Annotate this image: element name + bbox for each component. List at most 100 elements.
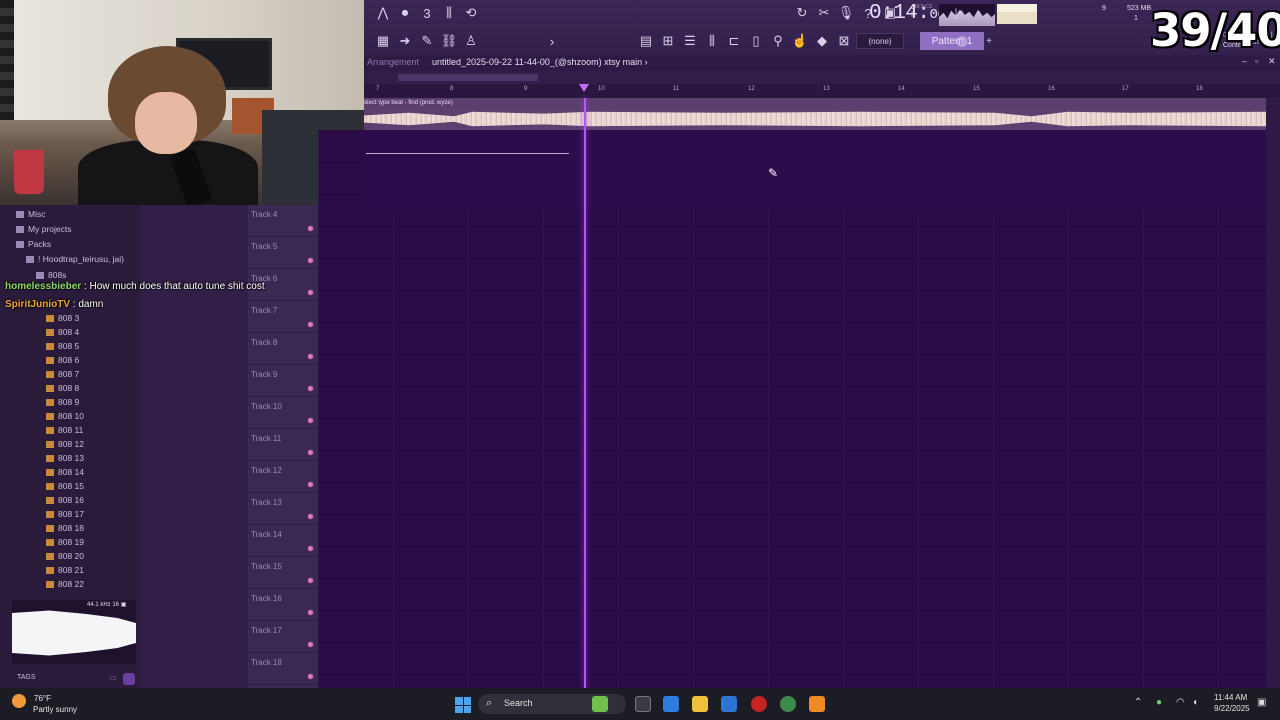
file-explorer-icon[interactable] (692, 696, 708, 712)
browser-sample-item[interactable]: 808 18 (46, 523, 84, 533)
step-edit-icon[interactable]: ⫼ (439, 3, 459, 23)
playhead-marker-icon[interactable] (579, 84, 589, 92)
track-enable-icon[interactable] (307, 513, 314, 520)
playlist-grid[interactable] (318, 130, 1266, 688)
save-icon[interactable]: ▣ (880, 3, 900, 23)
track-enable-icon[interactable] (307, 321, 314, 328)
piano-icon[interactable]: ▦ (373, 31, 393, 51)
pattern-snap-select[interactable]: (none) (856, 33, 904, 49)
browser-sample-item[interactable]: 808 15 (46, 481, 84, 491)
link-icon[interactable]: ⛓ (439, 31, 459, 51)
track-enable-icon[interactable] (307, 225, 314, 232)
browser-sample-item[interactable]: 808 13 (46, 453, 84, 463)
browser-sample-item[interactable]: 808 17 (46, 509, 84, 519)
download-icon[interactable]: ⤓ (946, 3, 966, 23)
track-header[interactable]: Track 4 (248, 205, 318, 237)
help-icon[interactable]: ? (858, 3, 878, 23)
search-tags-icon[interactable] (123, 673, 135, 685)
add-pattern-button[interactable]: + (984, 32, 994, 50)
stamp-icon[interactable]: ♙ (461, 31, 481, 51)
track-enable-icon[interactable] (307, 641, 314, 648)
playlist-icon[interactable]: ▤ (636, 31, 656, 51)
browser-sample-item[interactable]: 808 7 (46, 369, 79, 379)
arrangement-label[interactable]: Arrangement (367, 57, 419, 67)
track-header[interactable]: Track 14 (248, 525, 318, 557)
horizontal-scrollbar[interactable] (364, 71, 1280, 84)
browser-sample-item[interactable]: 808 10 (46, 411, 84, 421)
arrow-right-icon[interactable]: ➜ (395, 31, 415, 51)
track-header[interactable]: Track 9 (248, 365, 318, 397)
browser-sample-item[interactable]: 808 3 (46, 313, 79, 323)
browser-sample-item[interactable]: 808 14 (46, 467, 84, 477)
browser-sample-item[interactable]: 808 9 (46, 397, 79, 407)
browser-sample-item[interactable]: 808 6 (46, 355, 79, 365)
track-header[interactable]: Track 10 (248, 397, 318, 429)
clock-time[interactable]: 11:44 AM (1214, 693, 1247, 702)
browser-sample-item[interactable]: 808 20 (46, 551, 84, 561)
automation-clip[interactable] (366, 153, 569, 154)
touch-icon[interactable]: ☝ (790, 31, 810, 51)
metronome-icon[interactable]: ⋀ (373, 3, 393, 23)
playhead-line[interactable] (584, 98, 586, 688)
browser-folder[interactable]: Misc (16, 209, 45, 219)
audio-clip[interactable] (364, 108, 1266, 130)
browser-sample-item[interactable]: 808 16 (46, 495, 84, 505)
undo-history-icon[interactable]: ↻ (792, 3, 812, 23)
browser-sample-item[interactable]: 808 19 (46, 537, 84, 547)
track-header[interactable]: Track 18 (248, 653, 318, 685)
track-enable-icon[interactable] (307, 481, 314, 488)
close-icon[interactable]: ✕ (1268, 56, 1276, 67)
browser-sample-item[interactable]: 808 5 (46, 341, 79, 351)
notifications-icon[interactable]: ▣ (1257, 697, 1266, 708)
browser-folder[interactable]: 808s (36, 270, 66, 280)
playlist-grid-top[interactable] (364, 130, 1266, 210)
browser-folder[interactable]: ! Hoodtrap_teirusu, jai) (26, 254, 124, 264)
cart-icon[interactable]: ⊠ (834, 31, 854, 51)
track-header[interactable]: Track 7 (248, 301, 318, 333)
opera-icon[interactable] (751, 696, 767, 712)
play-pattern-icon[interactable]: › (542, 31, 562, 51)
mixer-icon[interactable]: ⫶ (902, 3, 922, 23)
track-enable-icon[interactable] (307, 609, 314, 616)
track-enable-icon[interactable] (307, 577, 314, 584)
start-button[interactable] (455, 697, 471, 713)
microphone-icon[interactable]: 🎙 (836, 3, 856, 23)
track-header[interactable]: Track 17 (248, 621, 318, 653)
loop-record-icon[interactable]: ⟲ (461, 3, 481, 23)
browser-sample-item[interactable]: 808 4 (46, 327, 79, 337)
track-header[interactable]: Track 12 (248, 461, 318, 493)
wait-record-icon[interactable]: ⏺ (395, 3, 415, 23)
browser-sample-item[interactable]: 808 12 (46, 439, 84, 449)
obs-icon[interactable] (780, 696, 796, 712)
task-view-icon[interactable] (635, 696, 651, 712)
browser-folder[interactable]: My projects (16, 224, 71, 234)
volume-icon[interactable]: ◖ (1192, 697, 1198, 708)
timeline-ruler[interactable]: 7 8 9 10 11 12 13 14 15 16 17 18 (364, 84, 1280, 98)
track-header[interactable]: Track 15 (248, 557, 318, 589)
countdown-icon[interactable]: 3 (417, 3, 437, 23)
copilot-icon[interactable] (663, 696, 679, 712)
maximize-icon[interactable]: ▫ (1255, 56, 1258, 66)
widget-app-icon[interactable] (592, 696, 608, 712)
audio-clip-title[interactable]: stect type beat - find (prod. wyze) (364, 98, 1266, 108)
tempo-display[interactable] (997, 4, 1037, 24)
sample-preview[interactable] (12, 600, 136, 664)
piano-roll-icon[interactable]: ☰ (680, 31, 700, 51)
channel-rack-icon[interactable]: ⊞ (658, 31, 678, 51)
weather-icon[interactable] (12, 694, 26, 708)
track-enable-icon[interactable] (307, 673, 314, 680)
microphone-tray-icon[interactable]: ● (1156, 697, 1162, 708)
chat-icon[interactable]: ◌ (924, 3, 944, 23)
wifi-icon[interactable]: ◠ (1176, 697, 1185, 708)
track-enable-icon[interactable] (307, 449, 314, 456)
scrollbar-thumb[interactable] (398, 74, 538, 81)
clock-date[interactable]: 9/22/2025 (1214, 704, 1250, 713)
browser-tree-icon[interactable]: ⊏ (724, 31, 744, 51)
track-enable-icon[interactable] (307, 353, 314, 360)
browser-sample-item[interactable]: 808 22 (46, 579, 84, 589)
store-icon[interactable] (721, 696, 737, 712)
pencil-icon[interactable]: ✎ (417, 31, 437, 51)
weather-description[interactable]: Partly sunny (33, 705, 77, 714)
browser-sample-item[interactable]: 808 11 (46, 425, 83, 435)
browser-sample-item[interactable]: 808 8 (46, 383, 79, 393)
